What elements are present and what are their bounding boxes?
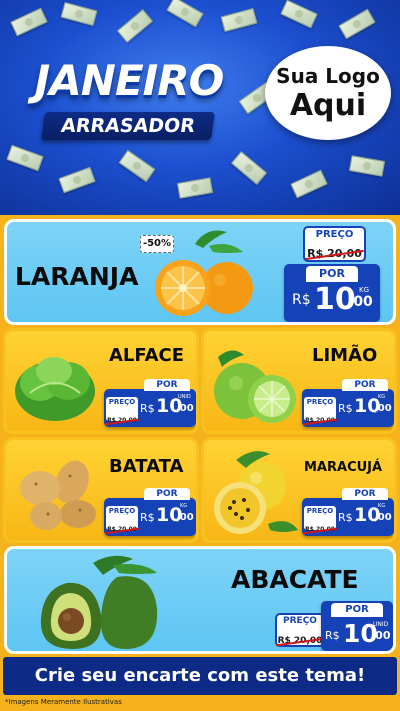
old-price-label: PREÇO — [306, 507, 334, 515]
product-card-laranja: LARANJA -50% PREÇO R$ 20,00 POR R$ 10 ,0… — [4, 219, 396, 325]
product-name: MARACUJÁ — [304, 460, 383, 475]
por-label: POR — [342, 488, 388, 500]
header-banner: JANEIRO ARRASADOR Sua Logo Aqui — [0, 0, 400, 215]
money-bill-icon — [116, 8, 154, 44]
old-price-label: PREÇO — [283, 616, 317, 626]
price-decimal: ,00 — [374, 403, 392, 414]
price-decimal: ,00 — [374, 512, 392, 523]
por-label: POR — [342, 379, 388, 391]
old-price-label: PREÇO — [306, 398, 334, 406]
old-price-value: R$ 20,00 — [107, 526, 137, 533]
price-box: POR R$ 10 ,00 UNID — [321, 601, 393, 651]
product-card-alface: ALFACE POR R$ 10 ,00 UNID PREÇO R$ 20,00 — [3, 328, 199, 434]
money-bill-icon — [176, 177, 214, 199]
logo-placeholder: Sua Logo Aqui — [265, 46, 391, 140]
currency-symbol: R$ — [325, 629, 340, 642]
lime-image — [214, 350, 296, 423]
campaign-title: JANEIRO — [34, 56, 225, 105]
money-bill-icon — [6, 144, 44, 172]
product-card-maracuja: MARACUJÁ POR R$ 10 ,00 KG PREÇO R$ 20,00 — [201, 437, 397, 543]
old-price-box: PREÇO R$ 20,00 — [275, 613, 325, 647]
money-bill-icon — [290, 169, 328, 199]
cta-banner: Crie seu encarte com este tema! — [3, 657, 397, 695]
currency-symbol: R$ — [292, 292, 311, 308]
product-name: ABACATE — [231, 565, 359, 594]
potato-image — [20, 460, 96, 530]
por-label: POR — [331, 603, 383, 617]
product-name: LIMÃO — [312, 345, 378, 366]
old-price-value: R$ 20,00 — [277, 636, 323, 646]
currency-symbol: R$ — [140, 402, 155, 415]
old-price-value: R$ 20,00 — [305, 417, 335, 424]
money-bill-icon — [60, 1, 98, 27]
logo-text-line1: Sua Logo — [276, 64, 380, 88]
old-price-label: PREÇO — [315, 229, 354, 240]
price-unit: KG — [378, 394, 386, 400]
money-bill-icon — [338, 8, 376, 40]
price-unit: KG — [378, 503, 386, 509]
price-unit: KG — [359, 286, 370, 294]
old-price-label: PREÇO — [108, 398, 136, 406]
old-price-label: PREÇO — [108, 507, 136, 515]
lettuce-image — [15, 357, 95, 421]
money-bill-icon — [166, 0, 204, 28]
price-decimal: ,00 — [348, 294, 373, 310]
discount-badge: -50% — [140, 235, 174, 253]
por-label: POR — [144, 488, 190, 500]
por-label: POR — [144, 379, 190, 391]
old-price-box: PREÇO R$ 20,00 — [104, 395, 140, 424]
old-price-value: R$ 20,00 — [107, 417, 137, 424]
price-unit: KG — [180, 503, 188, 509]
old-price-value: R$ 20,00 — [305, 526, 335, 533]
money-bill-icon — [58, 166, 96, 194]
currency-symbol: R$ — [338, 402, 353, 415]
money-bill-icon — [220, 7, 258, 33]
old-price-value: R$ 20,00 — [307, 247, 362, 260]
price-box: POR R$ 10 ,00 KG — [284, 264, 380, 322]
price-unit: UNID — [373, 621, 389, 628]
disclaimer-text: *Imagens Meramente Ilustrativas — [5, 698, 122, 706]
money-bill-icon — [230, 150, 268, 186]
avocado-image — [40, 555, 158, 649]
old-price-box: PREÇO R$ 20,00 — [104, 504, 140, 533]
logo-text-line2: Aqui — [289, 88, 367, 123]
product-card-batata: BATATA POR R$ 10 ,00 KG PREÇO R$ 20,00 — [3, 437, 199, 543]
old-price-box: PREÇO R$ 20,00 — [302, 504, 338, 533]
product-name: LARANJA — [15, 262, 139, 291]
price-decimal: ,00 — [176, 512, 194, 523]
money-bill-icon — [348, 155, 386, 177]
price-unit: UNID — [178, 394, 191, 400]
por-label: POR — [306, 266, 358, 282]
price-decimal: ,00 — [371, 629, 391, 642]
money-bill-icon — [118, 149, 156, 183]
product-name: BATATA — [109, 456, 184, 477]
product-card-abacate: ABACATE PREÇO R$ 20,00 POR R$ 10 ,00 UNI… — [4, 546, 396, 654]
money-bill-icon — [280, 0, 318, 29]
passion-fruit-image — [214, 451, 298, 534]
money-bill-icon — [10, 7, 48, 37]
product-name: ALFACE — [109, 345, 185, 366]
old-price-box: PREÇO R$ 20,00 — [302, 395, 338, 424]
old-price-box: PREÇO R$ 20,00 — [303, 226, 366, 262]
currency-symbol: R$ — [338, 511, 353, 524]
product-card-limao: LIMÃO POR R$ 10 ,00 KG PREÇO R$ 20,00 — [201, 328, 397, 434]
campaign-subtitle: ARRASADOR — [41, 112, 215, 140]
currency-symbol: R$ — [140, 511, 155, 524]
price-decimal: ,00 — [176, 403, 194, 414]
